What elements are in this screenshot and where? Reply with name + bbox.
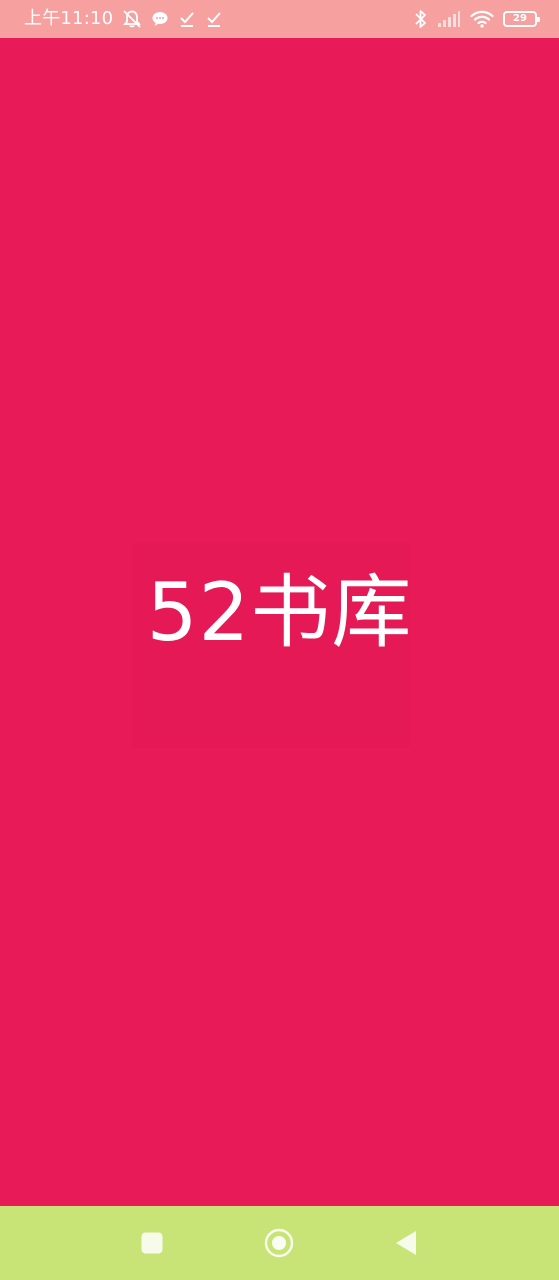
wifi-icon [470,10,494,28]
bluetooth-icon [414,9,428,29]
status-left: 上午11:10 [24,9,223,29]
status-right: 29 [414,9,540,29]
back-icon [396,1231,416,1255]
battery-level: 29 [513,13,527,24]
status-bar: 上午11:10 29 [0,0,559,38]
download-done-icon [205,10,223,28]
splash-screen: 52书库 [0,38,559,1206]
app-name: 52书库 [146,566,413,659]
back-button[interactable] [390,1227,422,1259]
home-icon [264,1228,294,1258]
screen: 上午11:10 29 52书库 [0,0,559,1280]
battery-icon: 29 [503,11,540,27]
signal-icon [437,10,461,28]
status-time: 上午11:10 [24,8,114,29]
recent-apps-icon [141,1232,163,1254]
download-done-icon [178,10,196,28]
recent-apps-button[interactable] [136,1227,168,1259]
home-button[interactable] [263,1227,295,1259]
notifications-off-icon [122,9,142,29]
chat-bubble-icon [151,10,169,28]
navigation-bar [0,1206,559,1280]
